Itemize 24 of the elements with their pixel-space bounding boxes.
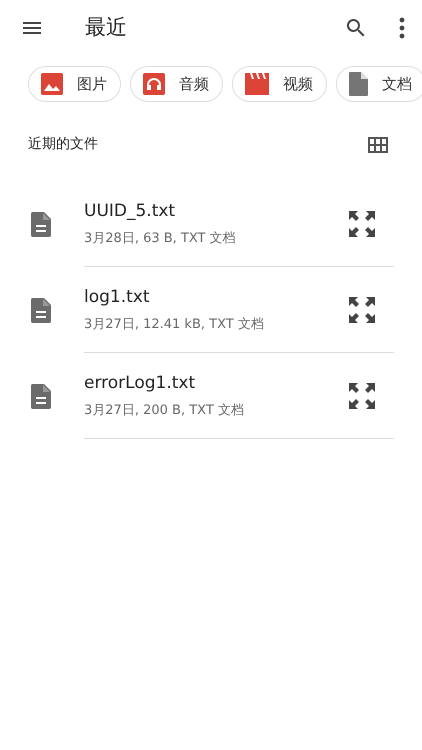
filter-chip[interactable]: 图片	[28, 66, 121, 102]
file-name: errorLog1.txt	[84, 372, 196, 394]
document-icon	[349, 72, 368, 96]
file-details: 3月27日, 200 B, TXT 文档	[84, 402, 245, 420]
text-file-icon	[31, 212, 51, 236]
more-options-icon[interactable]	[398, 17, 406, 39]
section-title: 近期的文件	[28, 135, 98, 154]
text-file-icon	[31, 298, 51, 322]
file-name: log1.txt	[84, 286, 151, 308]
filter-chip[interactable]: 视频	[232, 66, 327, 102]
headphones-icon	[143, 73, 165, 95]
filter-chip[interactable]: 音频	[130, 66, 223, 102]
file-details: 3月27日, 12.41 kB, TXT 文档	[84, 316, 265, 334]
file-details: 3月28日, 63 B, TXT 文档	[84, 230, 237, 248]
clapperboard-icon	[245, 73, 269, 95]
screen-title: 最近	[85, 14, 128, 42]
grid-view-icon[interactable]	[368, 136, 388, 152]
expand-icon[interactable]	[348, 296, 376, 324]
image-icon	[41, 73, 63, 95]
expand-icon[interactable]	[348, 382, 376, 410]
filter-chip[interactable]: 文档	[336, 66, 422, 102]
expand-icon[interactable]	[348, 210, 376, 238]
text-file-icon	[31, 384, 51, 408]
file-name: UUID_5.txt	[84, 200, 176, 222]
